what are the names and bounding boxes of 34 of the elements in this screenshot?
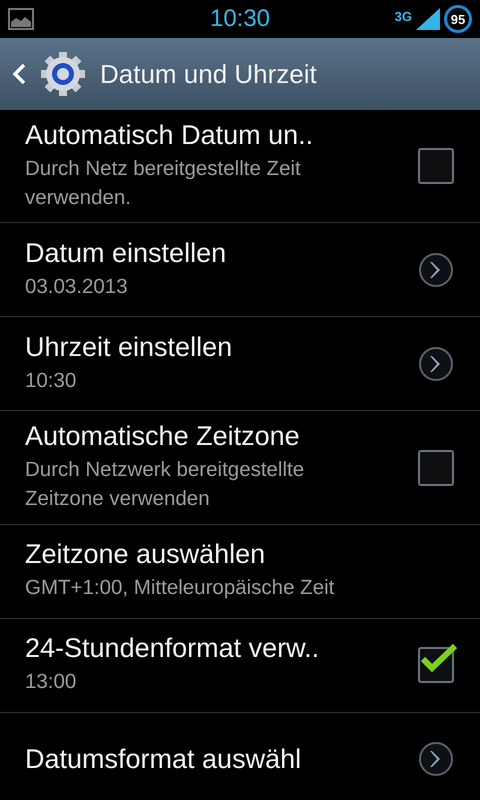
settings-item[interactable]: Automatisch Datum un.. Durch Netz bereitgestellte Zeit verwenden. xyxy=(0,110,480,224)
item-title: Zeitzone auswählen xyxy=(25,539,266,570)
item-title: Automatische Zeitzone xyxy=(25,421,301,452)
chevron-right-icon[interactable] xyxy=(418,741,454,778)
battery-level: 95 xyxy=(444,5,472,33)
item-summary: GMT+1:00, Mitteleuropäische Zeit xyxy=(25,575,336,602)
item-summary: 13:00 xyxy=(25,669,78,696)
settings-item[interactable]: Uhrzeit einstellen 10:30 xyxy=(0,317,480,412)
item-summary: Durch Netz bereitgestellte Zeit verwenden. xyxy=(25,156,302,211)
item-title: Automatisch Datum un.. xyxy=(25,120,314,151)
item-summary: Durch Netzwerk bereitgestellte Zeitzone verwenden xyxy=(25,457,306,512)
settings-item[interactable]: Datum einstellen 03.03.2013 xyxy=(0,223,480,318)
status-time: 10:30 xyxy=(210,5,270,33)
checkmark-icon xyxy=(420,643,458,674)
item-summary: 03.03.2013 xyxy=(25,274,129,300)
screen-title: Datum und Uhrzeit xyxy=(100,58,317,90)
picture-notification-icon xyxy=(8,8,34,30)
item-title: 24-Stundenformat verw.. xyxy=(25,633,320,664)
item-title: Datum einstellen xyxy=(25,238,228,270)
settings-item[interactable]: Zeitzone auswählen GMT+1:00, Mitteleuropäische Zeit xyxy=(0,524,480,619)
settings-item[interactable]: 24-Stundenformat verw.. 13:00 xyxy=(0,618,480,713)
signal-icon xyxy=(416,8,440,30)
settings-icon xyxy=(40,51,86,97)
checkbox[interactable] xyxy=(418,450,454,486)
chevron-right-icon[interactable] xyxy=(418,346,454,382)
checkbox[interactable] xyxy=(418,148,454,184)
item-title: Datumsformat auswähl xyxy=(25,744,302,775)
chevron-right-icon[interactable] xyxy=(418,252,454,288)
network-type: 3G xyxy=(394,9,412,24)
back-icon[interactable] xyxy=(12,63,26,85)
item-summary: 10:30 xyxy=(25,368,78,394)
settings-item[interactable]: Datumsformat auswähl xyxy=(0,712,480,800)
item-title: Uhrzeit einstellen xyxy=(25,332,234,364)
settings-item[interactable]: Automatische Zeitzone Durch Netzwerk bereitgestellte Zeitzone verwenden xyxy=(0,411,480,525)
